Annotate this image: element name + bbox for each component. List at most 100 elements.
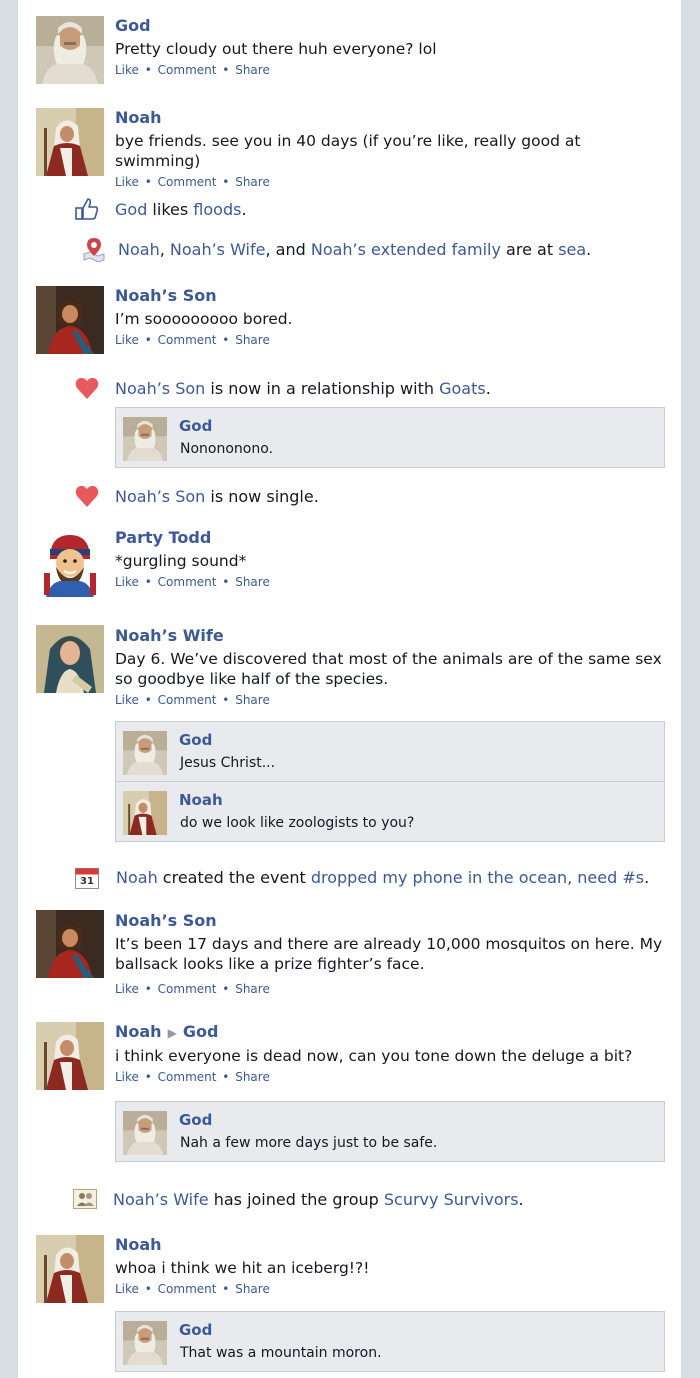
post-author[interactable]: Noah <box>115 1235 669 1255</box>
separator: • <box>144 63 152 77</box>
avatar-party-todd[interactable] <box>36 529 104 597</box>
avatar-god[interactable] <box>36 16 104 84</box>
like-link[interactable]: Like <box>115 575 139 589</box>
comment: Noah do we look like zoologists to you? <box>116 781 664 841</box>
comment: God That was a mountain moron. <box>116 1312 664 1371</box>
event-link[interactable]: dropped my phone in the ocean, need #s <box>311 868 644 887</box>
comment-link[interactable]: Comment <box>158 1070 217 1084</box>
share-link[interactable]: Share <box>235 693 270 707</box>
post-author[interactable]: Noah’s Son <box>115 286 669 306</box>
avatar-noahs-son[interactable] <box>36 286 104 354</box>
story-object-link[interactable]: Goats <box>439 379 486 398</box>
comment-link[interactable]: Comment <box>158 575 217 589</box>
like-link[interactable]: Like <box>115 63 139 77</box>
avatar-noahs-son[interactable] <box>36 910 104 978</box>
checkin-story: Noah, Noah’s Wife, and Noah’s extended f… <box>18 236 681 264</box>
post-author[interactable]: Noah’s Son <box>115 911 669 931</box>
like-link[interactable]: Like <box>115 1070 139 1084</box>
person-link-extended-family[interactable]: Noah’s extended family <box>311 240 501 259</box>
separator: • <box>222 575 230 589</box>
share-link[interactable]: Share <box>235 1282 270 1296</box>
like-story: God likes floods. <box>18 196 681 224</box>
comment-avatar-god[interactable] <box>122 1321 168 1365</box>
comment-avatar-god[interactable] <box>122 731 168 775</box>
post-target[interactable]: God <box>183 1022 219 1041</box>
story-actor-link[interactable]: Noah’s Wife <box>113 1190 209 1209</box>
comment-avatar-god[interactable] <box>122 417 168 461</box>
group-link[interactable]: Scurvy Survivors <box>384 1190 519 1209</box>
post-text: It’s been 17 days and there are already … <box>115 935 663 973</box>
post-author[interactable]: Party Todd <box>115 528 669 548</box>
calendar-day: 31 <box>80 876 94 887</box>
like-link[interactable]: Like <box>115 1282 139 1296</box>
post: Party Todd *gurgling sound* Like • Comme… <box>18 527 681 599</box>
comment-author[interactable]: God <box>179 1111 212 1129</box>
comment-text: That was a mountain moron. <box>180 1345 382 1361</box>
separator: • <box>222 982 230 996</box>
comment-link[interactable]: Comment <box>158 63 217 77</box>
comment-author[interactable]: Noah <box>179 791 223 809</box>
comment-link[interactable]: Comment <box>158 982 217 996</box>
comment-link[interactable]: Comment <box>158 693 217 707</box>
post: Noah ▶ God i think everyone is dead now, c… <box>18 1022 681 1094</box>
separator: • <box>222 1282 230 1296</box>
heart-icon <box>74 483 100 509</box>
post-text: *gurgling sound* <box>115 552 247 570</box>
separator: • <box>222 175 230 189</box>
story-actor-link[interactable]: Noah <box>116 868 158 887</box>
story-end: . <box>586 240 592 259</box>
story-actor-link[interactable]: Noah’s Son <box>115 487 205 506</box>
post-actions: Like • Comment • Share <box>115 63 669 77</box>
comment-box: God Nonononono. <box>115 407 665 468</box>
story-actor-link[interactable]: Noah’s Son <box>115 379 205 398</box>
comment-author[interactable]: God <box>179 417 212 435</box>
story-end: . <box>644 868 650 887</box>
comment-link[interactable]: Comment <box>158 175 217 189</box>
comment: God Jesus Christ... <box>116 722 664 781</box>
story-actor-link[interactable]: God <box>115 200 147 219</box>
place-link[interactable]: sea <box>558 240 586 259</box>
avatar-noah[interactable] <box>36 108 104 176</box>
share-link[interactable]: Share <box>235 982 270 996</box>
share-link[interactable]: Share <box>235 1070 270 1084</box>
comment-avatar-god[interactable] <box>122 1111 168 1155</box>
story-text: are at <box>500 240 559 259</box>
comment-box: God Nah a few more days just to be safe. <box>115 1101 665 1162</box>
share-link[interactable]: Share <box>235 175 270 189</box>
avatar-noahs-wife[interactable] <box>36 625 104 693</box>
story-text: , <box>159 240 170 259</box>
story-verb: likes <box>147 200 194 219</box>
avatar-noah[interactable] <box>36 1235 104 1303</box>
like-link[interactable]: Like <box>115 982 139 996</box>
share-link[interactable]: Share <box>235 333 270 347</box>
comment-avatar-noah[interactable] <box>122 791 168 835</box>
story-object-link[interactable]: floods <box>193 200 241 219</box>
story-verb: is now in a relationship with <box>205 379 440 398</box>
news-feed: God Pretty cloudy out there huh everyone… <box>18 0 681 1378</box>
person-link-noah[interactable]: Noah <box>118 240 160 259</box>
comment-author[interactable]: God <box>179 1321 212 1339</box>
comment-link[interactable]: Comment <box>158 333 217 347</box>
post-author[interactable]: Noah <box>115 1022 162 1041</box>
comment-link[interactable]: Comment <box>158 1282 217 1296</box>
post-text: I’m sooooooooo bored. <box>115 310 293 328</box>
comment-text: Nonononono. <box>180 441 273 457</box>
share-link[interactable]: Share <box>235 63 270 77</box>
person-link-noahs-wife[interactable]: Noah’s Wife <box>170 240 266 259</box>
like-link[interactable]: Like <box>115 333 139 347</box>
story-verb: is now single. <box>205 487 319 506</box>
share-link[interactable]: Share <box>235 575 270 589</box>
post-actions: Like • Comment • Share <box>115 575 669 589</box>
story-end: . <box>485 379 491 398</box>
like-link[interactable]: Like <box>115 693 139 707</box>
post-author[interactable]: Noah’s Wife <box>115 626 669 646</box>
story-end: . <box>518 1190 524 1209</box>
separator: • <box>222 63 230 77</box>
post: Noah bye friends. see you in 40 days (if… <box>18 107 681 189</box>
comment-author[interactable]: God <box>179 731 212 749</box>
post-actions: Like • Comment • Share <box>115 333 669 347</box>
post-author[interactable]: Noah <box>115 108 669 128</box>
post-author[interactable]: God <box>115 16 669 36</box>
avatar-noah[interactable] <box>36 1022 104 1090</box>
like-link[interactable]: Like <box>115 175 139 189</box>
